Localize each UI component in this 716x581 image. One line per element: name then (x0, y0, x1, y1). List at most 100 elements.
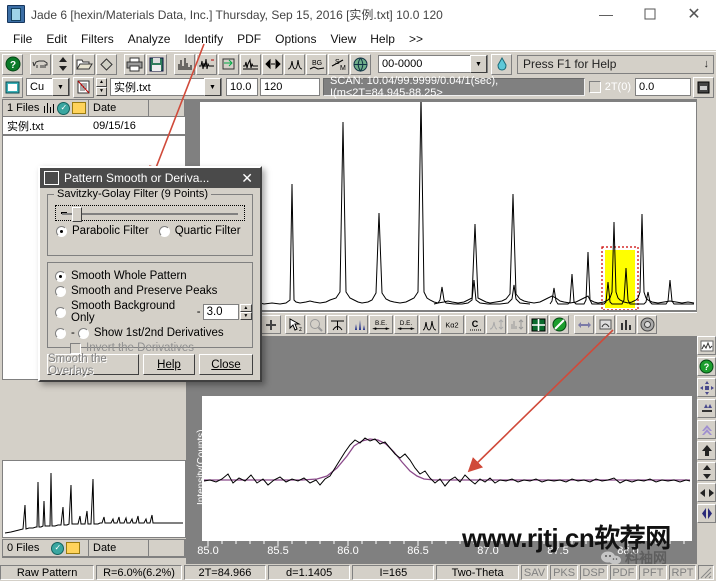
status-pks[interactable]: PKS (550, 565, 578, 580)
smooth-sm-icon[interactable]: SM (328, 53, 349, 75)
menu-item-more[interactable]: >> (402, 30, 430, 48)
status-two-theta[interactable]: 2T=84.966 (183, 565, 267, 580)
menu-item-identify[interactable]: Identify (177, 30, 230, 48)
fit-width-icon[interactable] (262, 53, 283, 75)
save-disk-icon[interactable] (146, 53, 167, 75)
extra-column-header[interactable] (149, 100, 185, 116)
status-axis-mode[interactable]: Two-Theta (436, 565, 519, 580)
dog-icon[interactable] (30, 53, 51, 75)
smooth-whole-pattern-radio[interactable]: Smooth Whole Pattern (55, 270, 252, 282)
zoom-select-icon[interactable]: z (285, 315, 305, 334)
file-list-top[interactable]: 1 Files ✓ Date 实例.txt 09/15/16 (2, 99, 186, 135)
check-circle-icon[interactable]: ✓ (57, 101, 71, 115)
status-pattern-type[interactable]: Raw Pattern (0, 565, 95, 580)
open-folder-icon[interactable] (74, 53, 95, 75)
bottom-zoom-plot[interactable] (202, 396, 692, 541)
bar-chart-icon[interactable] (616, 315, 636, 334)
smooth-preserve-peaks-radio[interactable]: Smooth and Preserve Peaks (55, 285, 252, 297)
step-down-icon[interactable]: ▼ (96, 87, 107, 96)
status-pdf[interactable]: PDF (609, 565, 638, 580)
show-derivatives-radio[interactable]: - Show 1st/2nd Derivatives (55, 327, 252, 339)
pattern-window-icon[interactable] (2, 76, 23, 98)
no-entry-icon[interactable] (549, 315, 569, 334)
folder-icon[interactable] (66, 542, 81, 554)
plus-icon[interactable] (261, 315, 281, 334)
status-r-factor[interactable]: R=6.0%(6.2%) (96, 565, 182, 580)
scale-vertical-icon[interactable] (507, 315, 527, 334)
menu-item-options[interactable]: Options (268, 30, 323, 48)
updown-arrows-icon[interactable] (52, 53, 73, 75)
extra-column-header-bottom[interactable] (149, 540, 185, 556)
file-index-stepper[interactable]: ▲ ▼ (96, 78, 107, 96)
invert-derivatives-checkbox[interactable]: Invert the Derivatives (70, 342, 252, 354)
scale-intensity-icon[interactable] (486, 315, 506, 334)
file-list-bottom[interactable]: 0 Files ✓ Date (2, 539, 186, 558)
background-stepper[interactable]: ▲ ▼ (239, 304, 252, 320)
print-icon[interactable] (124, 53, 145, 75)
anode-combo[interactable]: Cu ▼ (26, 78, 70, 96)
date-column-header[interactable]: Date (89, 100, 149, 116)
marker-icon[interactable] (595, 315, 615, 334)
range-end-field[interactable]: 120 (260, 78, 320, 96)
menu-item-analyze[interactable]: Analyze (121, 30, 178, 48)
arrow-down-icon[interactable]: ↓ (704, 58, 710, 70)
status-pft[interactable]: PFT (639, 565, 667, 580)
background-bg-icon[interactable]: BG (306, 53, 327, 75)
pattern-peaks-icon[interactable] (174, 53, 195, 75)
arrow-up-icon[interactable] (697, 441, 716, 460)
help-button[interactable]: Help (143, 354, 195, 375)
menu-item-edit[interactable]: Edit (39, 30, 74, 48)
de-icon[interactable]: D.E. (394, 315, 418, 334)
help-green-icon[interactable]: ? (697, 357, 716, 376)
pattern-smooth-dialog[interactable]: Pattern Smooth or Deriva... ✕ Savitzky-G… (38, 166, 262, 382)
menu-item-filters[interactable]: Filters (74, 30, 121, 48)
top-pattern-plot[interactable] (200, 102, 696, 310)
ka2-strip-icon[interactable]: Kα2 (440, 315, 464, 334)
menu-item-help[interactable]: Help (363, 30, 402, 48)
dialog-close-icon[interactable]: ✕ (241, 170, 253, 187)
date-column-header-bottom[interactable]: Date (89, 540, 149, 556)
parabolic-filter-radio[interactable]: Parabolic Filter (56, 225, 149, 237)
folder-icon[interactable] (72, 102, 87, 114)
check-circle-icon[interactable]: ✓ (51, 541, 65, 555)
chart-icon[interactable] (43, 103, 56, 113)
points-slider[interactable] (55, 205, 245, 222)
be-icon[interactable]: B.E. (369, 315, 393, 334)
arrow-leftright-icon[interactable] (697, 483, 716, 502)
minimize-button[interactable]: — (584, 1, 628, 28)
step-up-icon[interactable]: ▲ (96, 78, 107, 87)
slider-thumb[interactable] (72, 207, 82, 222)
chevron-down-icon[interactable]: ▼ (204, 78, 221, 96)
grid-icon[interactable] (528, 315, 548, 334)
background-value-field[interactable]: 3.0 (202, 304, 239, 320)
table-row[interactable]: 实例.txt 09/15/16 (3, 117, 185, 134)
status-intensity[interactable]: I=165 (352, 565, 435, 580)
file-combo[interactable]: 实例.txt ▼ (110, 78, 222, 96)
status-sav[interactable]: SAV (520, 565, 549, 580)
chevron-down-icon[interactable]: ▼ (52, 78, 69, 96)
menu-item-view[interactable]: View (323, 30, 363, 48)
crystallite-c-icon[interactable]: C (465, 315, 485, 334)
status-dsp[interactable]: DSP (579, 565, 608, 580)
menu-item-pdf[interactable]: PDF (230, 30, 268, 48)
diamond-icon[interactable] (96, 53, 117, 75)
smooth-background-only-row[interactable]: Smooth Background Only - 3.0 ▲ ▼ (55, 300, 252, 324)
arrow-updown-icon[interactable] (697, 462, 716, 481)
quartic-filter-radio[interactable]: Quartic Filter (158, 225, 241, 237)
water-drop-icon[interactable] (491, 53, 512, 75)
list-icon[interactable] (73, 76, 94, 98)
split-view-icon[interactable] (697, 504, 716, 523)
peak-marker-icon[interactable] (327, 315, 347, 334)
smooth-overlays-button[interactable]: Smooth the Overlays (47, 353, 139, 377)
magnifier-icon[interactable] (306, 315, 326, 334)
profile-fit-icon[interactable] (284, 53, 305, 75)
close-button[interactable]: Close (199, 354, 253, 375)
help-question-icon[interactable]: ? (2, 53, 23, 75)
globe-icon[interactable] (350, 53, 371, 75)
transform-icon[interactable] (218, 53, 239, 75)
move-all-icon[interactable] (697, 378, 716, 397)
twotheta-zero-field[interactable]: 0.0 (635, 78, 691, 96)
twotheta-zero-checkbox[interactable] (588, 81, 601, 93)
step-up-icon[interactable]: ▲ (239, 304, 252, 312)
status-resize-grip[interactable] (698, 565, 714, 580)
